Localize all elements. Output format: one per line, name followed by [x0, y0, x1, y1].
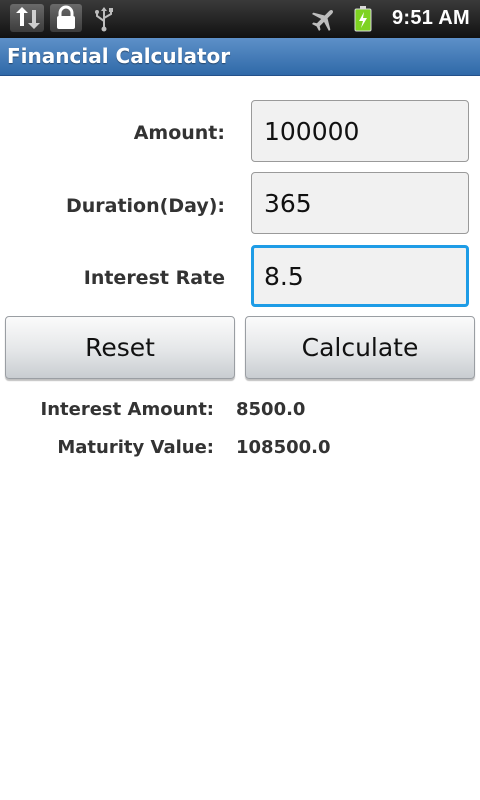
- interest-rate-label: Interest Rate: [83, 267, 225, 289]
- duration-label: Duration(Day):: [65, 195, 225, 217]
- amount-input[interactable]: [251, 100, 469, 162]
- lock-icon: [50, 4, 82, 32]
- usb-icon: [92, 6, 116, 32]
- status-time: 9:51 AM: [391, 7, 470, 29]
- interest-rate-input[interactable]: [251, 245, 469, 307]
- interest-amount-value: 8500.0: [236, 399, 306, 420]
- interest-amount-label: Interest Amount:: [40, 399, 214, 420]
- sync-icon: [10, 4, 44, 32]
- maturity-value-value: 108500.0: [236, 437, 331, 458]
- status-bar: 9:51 AM: [0, 0, 480, 38]
- maturity-value-label: Maturity Value:: [57, 437, 214, 458]
- duration-input[interactable]: [251, 172, 469, 234]
- calculate-button[interactable]: Calculate: [245, 316, 475, 379]
- reset-button[interactable]: Reset: [5, 316, 235, 379]
- screen: 9:51 AM Financial Calculator Amount: Dur…: [0, 0, 480, 800]
- app-title: Financial Calculator: [7, 44, 231, 68]
- amount-label: Amount:: [133, 122, 225, 144]
- airplane-mode-icon: [310, 6, 338, 32]
- title-bar: Financial Calculator: [0, 38, 480, 76]
- battery-charging-icon: [353, 6, 373, 32]
